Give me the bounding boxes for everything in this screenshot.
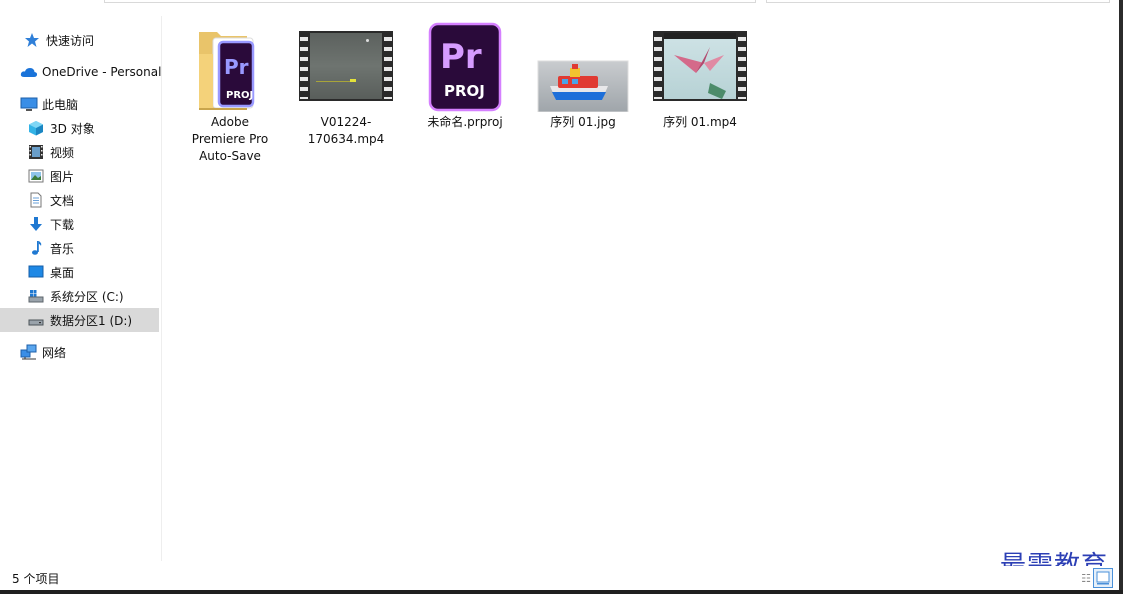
- status-bar: 5 个项目 ☷: [0, 566, 1119, 590]
- star-icon: [24, 32, 40, 48]
- nav-label: 此电脑: [42, 97, 79, 112]
- pane-divider[interactable]: [161, 16, 162, 561]
- cloud-icon: [20, 64, 38, 80]
- search-box-edge[interactable]: [766, 0, 1110, 3]
- file-item-video-1[interactable]: V01224-170634.mp4: [299, 22, 393, 148]
- large-icons-view-button[interactable]: [1093, 568, 1113, 588]
- nav-item-documents[interactable]: 文档: [0, 188, 160, 212]
- nav-label: 音乐: [50, 241, 75, 256]
- nav-item-music[interactable]: 音乐: [0, 236, 160, 260]
- film-strip-icon: [653, 31, 747, 101]
- nav-label: 快速访问: [46, 33, 95, 48]
- nav-label: 图片: [50, 169, 75, 184]
- video-icon: [28, 144, 44, 160]
- drive-c-icon: [28, 288, 44, 304]
- file-item-folder[interactable]: Pr PROJ Adobe Premiere Pro Auto-Save: [183, 22, 277, 165]
- nav-item-3d-objects[interactable]: 3D 对象: [0, 116, 160, 140]
- file-item-video-2[interactable]: 序列 01.mp4: [653, 22, 747, 131]
- file-name: 未命名.prproj: [427, 115, 503, 129]
- desktop-icon: [28, 264, 44, 280]
- image-thumbnail: [536, 22, 630, 113]
- proj-text: PROJ: [226, 90, 253, 101]
- drive-icon: [28, 312, 44, 328]
- nav-item-downloads[interactable]: 下载: [0, 212, 160, 236]
- network-icon: [20, 344, 37, 360]
- pr-text: Pr: [440, 37, 482, 77]
- file-item-image[interactable]: 序列 01.jpg: [536, 22, 630, 131]
- navigation-pane: 快速访问 OneDrive - Personal 此电脑 3D 对象 视频 图片: [0, 16, 162, 561]
- large-icons-view-icon: [1096, 571, 1110, 585]
- cube-icon: [28, 120, 44, 136]
- folder-pr-icon: Pr PROJ: [199, 32, 255, 110]
- window-edge: [1119, 0, 1123, 594]
- nav-label: 桌面: [50, 265, 75, 280]
- premiere-project-icon: Pr PROJ: [428, 22, 502, 112]
- film-strip-icon: [299, 31, 393, 101]
- nav-label: 3D 对象: [50, 121, 95, 136]
- nav-label: 视频: [50, 145, 75, 160]
- download-icon: [28, 216, 44, 232]
- nav-label: 下载: [50, 217, 75, 232]
- nav-label: 文档: [50, 193, 75, 208]
- boat-photo-icon: [537, 60, 629, 113]
- file-name: 序列 01.jpg: [550, 115, 616, 129]
- computer-icon: [20, 96, 38, 112]
- nav-item-pictures[interactable]: 图片: [0, 164, 160, 188]
- nav-item-drive-c[interactable]: 系统分区 (C:): [0, 284, 160, 308]
- file-list: Pr PROJ Adobe Premiere Pro Auto-Save V01…: [165, 16, 1115, 561]
- item-count: 5 个项目: [12, 572, 60, 586]
- nav-item-this-pc[interactable]: 此电脑: [0, 92, 160, 116]
- nav-item-network[interactable]: 网络: [0, 340, 160, 364]
- nav-item-desktop[interactable]: 桌面: [0, 260, 160, 284]
- nav-item-quick-access[interactable]: 快速访问: [0, 28, 160, 52]
- nav-item-onedrive[interactable]: OneDrive - Personal: [0, 60, 162, 84]
- file-item-project[interactable]: Pr PROJ 未命名.prproj: [418, 22, 512, 131]
- pr-text: Pr: [224, 55, 249, 79]
- nav-label: 网络: [42, 345, 67, 360]
- nav-label: 系统分区 (C:): [50, 289, 124, 304]
- folder-thumbnail: Pr PROJ: [183, 22, 277, 112]
- details-view-icon[interactable]: ☷: [1081, 572, 1091, 585]
- top-edge: [0, 0, 1123, 4]
- address-bar-edge[interactable]: [104, 0, 756, 3]
- music-icon: [28, 240, 44, 256]
- document-icon: [28, 192, 44, 208]
- file-name: Adobe Premiere Pro Auto-Save: [191, 115, 269, 163]
- bottom-edge: [0, 590, 1123, 594]
- nav-label: 数据分区1 (D:): [50, 313, 133, 328]
- nav-label: OneDrive - Personal: [42, 65, 162, 79]
- project-thumbnail: Pr PROJ: [418, 22, 512, 112]
- video-thumbnail: [653, 22, 747, 112]
- proj-text: PROJ: [444, 82, 485, 100]
- nav-item-videos[interactable]: 视频: [0, 140, 160, 164]
- file-name: V01224-170634.mp4: [307, 115, 385, 146]
- file-name: 序列 01.mp4: [663, 115, 737, 129]
- nav-item-drive-d[interactable]: 数据分区1 (D:): [0, 308, 159, 332]
- picture-icon: [28, 168, 44, 184]
- video-thumbnail: [299, 22, 393, 112]
